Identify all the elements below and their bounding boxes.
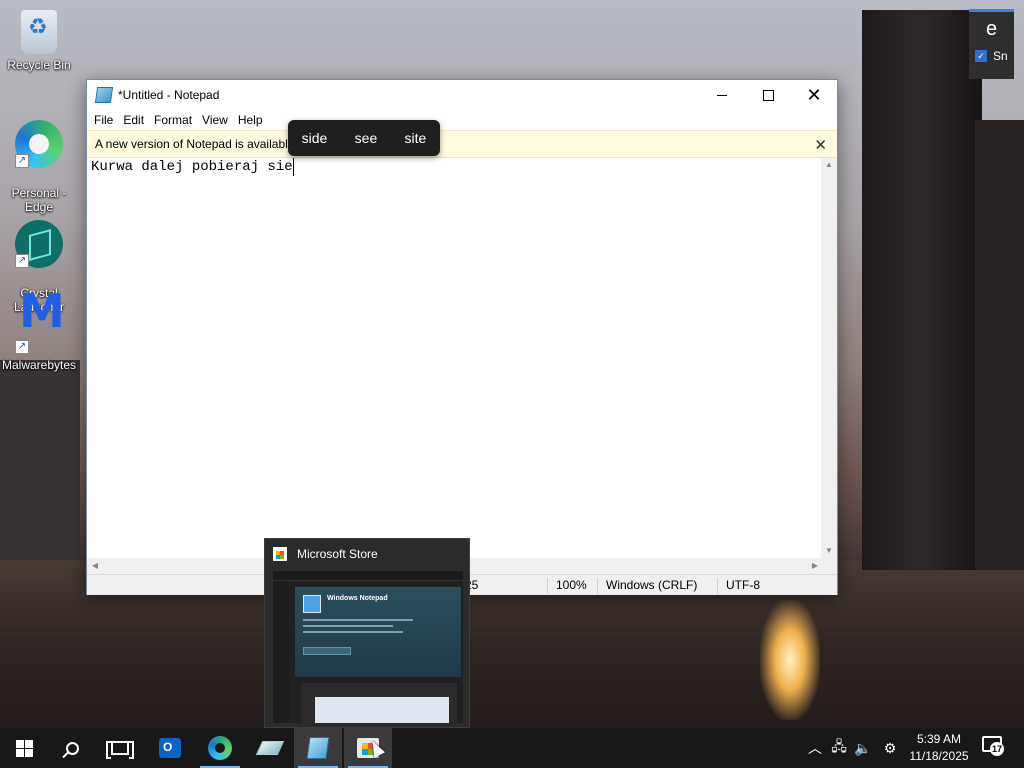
scroll-down-icon[interactable]: ▼	[824, 546, 834, 556]
search-icon	[65, 741, 79, 755]
thumbnail-sidebar	[273, 581, 289, 723]
suggestion-item[interactable]: see	[355, 130, 378, 146]
taskbar-microsoft-store[interactable]	[344, 728, 392, 768]
volume-muted-icon: 🔈	[854, 739, 872, 756]
suggestion-item[interactable]: site	[405, 130, 427, 146]
recycle-bin-icon	[21, 10, 57, 54]
search-button[interactable]	[48, 728, 96, 768]
thumbnail-app-title: Windows Notepad	[327, 595, 388, 602]
taskbar-edge[interactable]	[196, 728, 244, 768]
preview-header: Microsoft Store	[265, 539, 469, 569]
notification-item[interactable]: ✓ Sn	[969, 49, 1014, 63]
taskbar-outlook[interactable]	[146, 728, 194, 768]
update-banner-message: A new version of Notepad is available	[95, 137, 295, 151]
desktop-icon-label: Malwarebytes	[1, 358, 77, 372]
thumbnail-text-line	[303, 631, 403, 633]
clock[interactable]: 5:39 AM 11/18/2025	[906, 731, 972, 765]
task-view-button[interactable]	[96, 728, 144, 768]
menu-view[interactable]: View	[197, 113, 233, 127]
notepad-window[interactable]: *Untitled - Notepad ✕ File Edit Format V…	[86, 79, 838, 595]
notification-item-label: Sn	[993, 49, 1008, 63]
clock-time: 5:39 AM	[916, 732, 962, 746]
status-zoom: 100%	[547, 578, 587, 594]
wallpaper-tower	[862, 10, 982, 570]
thumbnail-text-line	[303, 619, 413, 621]
action-center-button[interactable]: 17	[982, 736, 1004, 758]
taskbar-notepad[interactable]	[294, 728, 342, 768]
window-title: *Untitled - Notepad	[118, 88, 220, 102]
status-encoding: UTF-8	[717, 578, 760, 594]
notification-accent-bar	[969, 9, 1014, 12]
task-view-icon	[106, 741, 134, 759]
start-button[interactable]	[0, 728, 48, 768]
chevron-up-icon: ︿	[808, 740, 822, 756]
text-suggestion-bar: side see site	[288, 120, 440, 156]
maximize-button[interactable]	[745, 80, 791, 110]
shortcut-arrow-icon: ↗	[15, 340, 29, 354]
vertical-scrollbar[interactable]: ▲ ▼	[821, 158, 837, 558]
wallpaper-sun-reflection	[760, 600, 820, 720]
windows-logo-icon	[15, 739, 33, 757]
shortcut-arrow-icon: ↗	[15, 154, 29, 168]
volume-button[interactable]: 🔈	[852, 728, 874, 768]
wallpaper-building	[0, 360, 80, 560]
resize-grip[interactable]	[821, 558, 837, 574]
menu-help[interactable]: Help	[233, 113, 268, 127]
desktop-icon-label: Recycle Bin	[7, 58, 71, 72]
suggestion-item[interactable]: side	[302, 130, 328, 146]
outlook-icon	[159, 738, 181, 758]
taskbar-crystal-app[interactable]	[246, 728, 294, 768]
banner-close-icon[interactable]: ✕	[814, 136, 827, 154]
editor-content: Kurwa dalej pobieraj sie	[91, 158, 294, 176]
notepad-icon	[94, 87, 114, 103]
notification-app-letter: e	[985, 18, 998, 40]
edge-icon	[208, 736, 232, 760]
desktop-icon-malwarebytes[interactable]: ↗ Malwarebytes	[1, 304, 77, 372]
minimize-button[interactable]	[699, 80, 745, 110]
scroll-up-icon[interactable]: ▲	[824, 160, 834, 170]
checkbox-icon: ✓	[975, 50, 987, 62]
microsoft-store-icon	[273, 547, 287, 561]
clock-date: 11/18/2025	[909, 749, 969, 763]
gem-app-icon	[255, 741, 285, 755]
notepad-icon	[306, 737, 330, 759]
scroll-left-icon[interactable]: ◀	[90, 561, 100, 571]
preview-title: Microsoft Store	[297, 547, 378, 561]
taskbar: ︿ 🖧 🔈 ⚙ 5:39 AM 11/18/2025 17	[0, 728, 1024, 768]
thumbnail-screenshot	[315, 697, 449, 723]
show-hidden-icons-button[interactable]: ︿	[804, 728, 826, 768]
menu-edit[interactable]: Edit	[118, 113, 149, 127]
notification-toast[interactable]: e ✓ Sn	[969, 9, 1014, 79]
settings-button[interactable]: ⚙	[878, 728, 902, 768]
malwarebytes-icon: ↗	[15, 304, 65, 354]
scroll-right-icon[interactable]: ▶	[810, 561, 820, 571]
edge-icon: ↗	[15, 120, 63, 168]
menu-bar: File Edit Format View Help	[87, 110, 837, 130]
menu-file[interactable]: File	[89, 113, 118, 127]
thumbnail-text-line	[303, 625, 393, 627]
wallpaper-tower-right	[975, 120, 1024, 570]
status-line-ending: Windows (CRLF)	[597, 578, 697, 594]
thumbnail-topbar	[273, 571, 463, 581]
network-button[interactable]: 🖧	[828, 728, 850, 768]
title-bar[interactable]: *Untitled - Notepad ✕	[87, 80, 837, 110]
gear-icon: ⚙	[883, 739, 897, 756]
network-icon: 🖧	[831, 738, 847, 754]
taskbar-thumbnail-preview[interactable]: Microsoft Store Windows Notepad	[264, 538, 470, 728]
desktop-icon-recycle-bin[interactable]: Recycle Bin	[1, 6, 77, 72]
update-banner[interactable]: A new version of Notepad is available ✕	[87, 130, 837, 158]
thumbnail-button	[303, 647, 351, 655]
thumbnail-notepad-icon	[303, 595, 321, 613]
text-editor-area[interactable]: Kurwa dalej pobieraj sie	[87, 158, 823, 558]
notification-count-badge: 17	[990, 742, 1004, 756]
preview-thumbnail[interactable]: Windows Notepad	[273, 571, 463, 723]
shortcut-arrow-icon: ↗	[15, 254, 29, 268]
menu-format[interactable]: Format	[149, 113, 197, 127]
close-button[interactable]: ✕	[791, 80, 837, 110]
crystal-launcher-icon: ↗	[15, 220, 63, 268]
